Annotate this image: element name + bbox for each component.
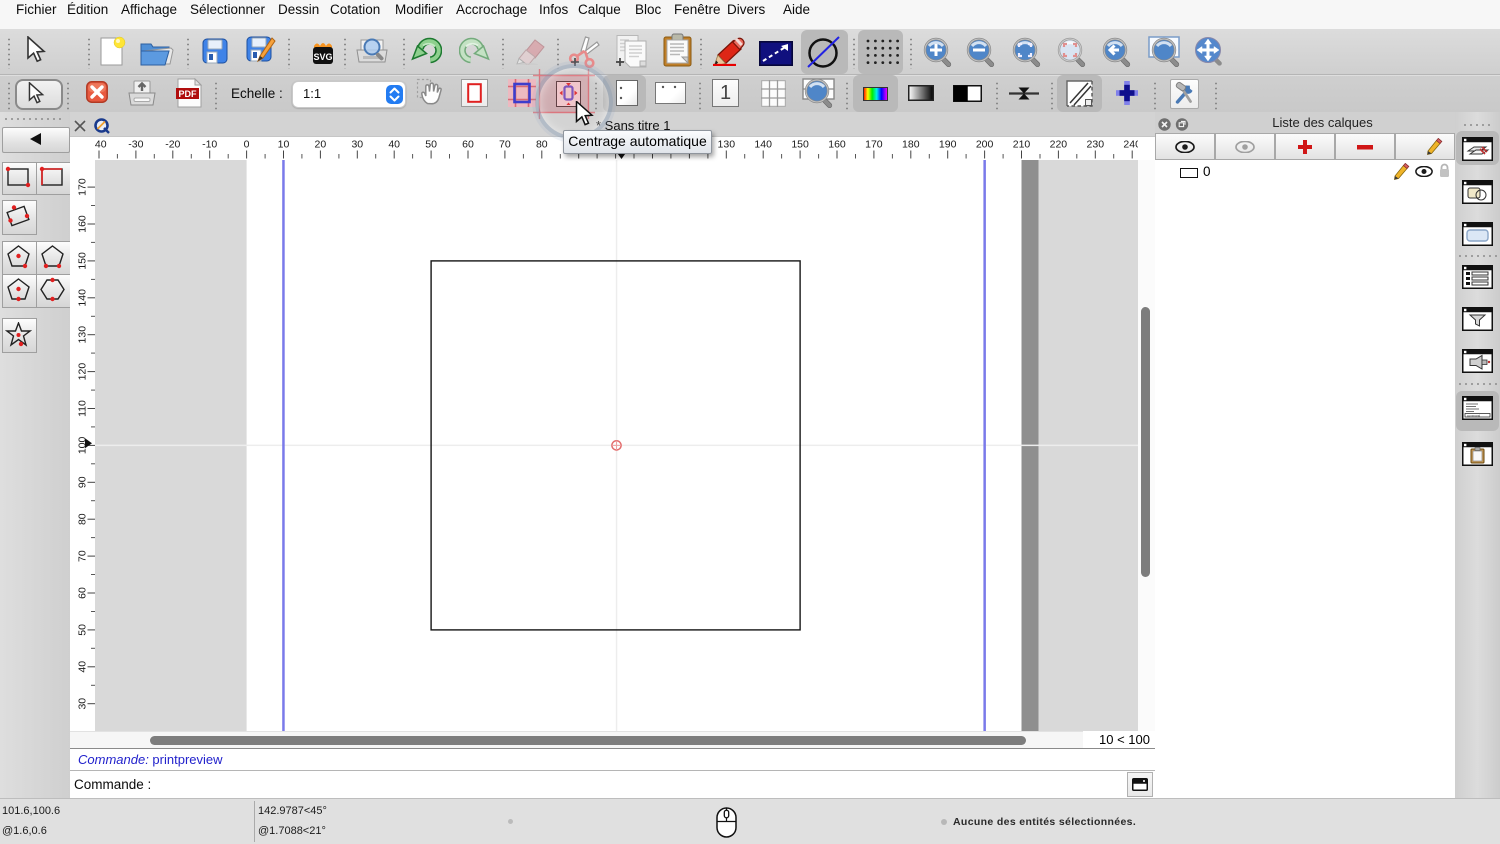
- svg-text:-40: -40: [95, 139, 107, 151]
- svg-text:170: 170: [77, 178, 89, 196]
- svg-text:160: 160: [828, 139, 846, 151]
- svg-text:30: 30: [77, 698, 89, 710]
- svg-text:120: 120: [77, 363, 89, 381]
- svg-text:80: 80: [536, 139, 548, 151]
- svg-text:130: 130: [77, 326, 89, 344]
- svg-text:80: 80: [77, 513, 89, 525]
- svg-text:150: 150: [791, 139, 809, 151]
- svg-text:160: 160: [77, 215, 89, 233]
- svg-text:SVG: SVG: [313, 52, 332, 62]
- svg-text:70: 70: [499, 139, 511, 151]
- svg-text:140: 140: [77, 289, 89, 307]
- svg-text:60: 60: [77, 587, 89, 599]
- svg-text:20: 20: [315, 139, 327, 151]
- svg-text:220: 220: [1050, 139, 1068, 151]
- svg-text:PDF: PDF: [179, 89, 198, 99]
- svg-text:190: 190: [939, 139, 957, 151]
- svg-text:0: 0: [244, 139, 250, 151]
- svg-text:30: 30: [351, 139, 363, 151]
- svg-text:-30: -30: [128, 139, 143, 151]
- svg-text:230: 230: [1087, 139, 1105, 151]
- svg-text:170: 170: [865, 139, 883, 151]
- svg-text:200: 200: [976, 139, 994, 151]
- svg-text:10: 10: [278, 139, 290, 151]
- svg-text:110: 110: [77, 400, 89, 417]
- svg-text:-10: -10: [202, 139, 217, 151]
- svg-text:140: 140: [754, 139, 772, 151]
- svg-text:150: 150: [77, 252, 89, 270]
- svg-text:-20: -20: [165, 139, 180, 151]
- svg-text:50: 50: [425, 139, 437, 151]
- svg-text:130: 130: [718, 139, 736, 151]
- svg-text:180: 180: [902, 139, 920, 151]
- svg-text:command: command: [1467, 414, 1481, 418]
- svg-text:90: 90: [77, 476, 89, 488]
- svg-text:40: 40: [388, 139, 400, 151]
- svg-text:70: 70: [77, 550, 89, 562]
- svg-text:60: 60: [462, 139, 474, 151]
- svg-text:240: 240: [1123, 139, 1138, 151]
- svg-text:40: 40: [77, 661, 89, 673]
- svg-text:50: 50: [77, 624, 89, 636]
- svg-text:210: 210: [1013, 139, 1031, 151]
